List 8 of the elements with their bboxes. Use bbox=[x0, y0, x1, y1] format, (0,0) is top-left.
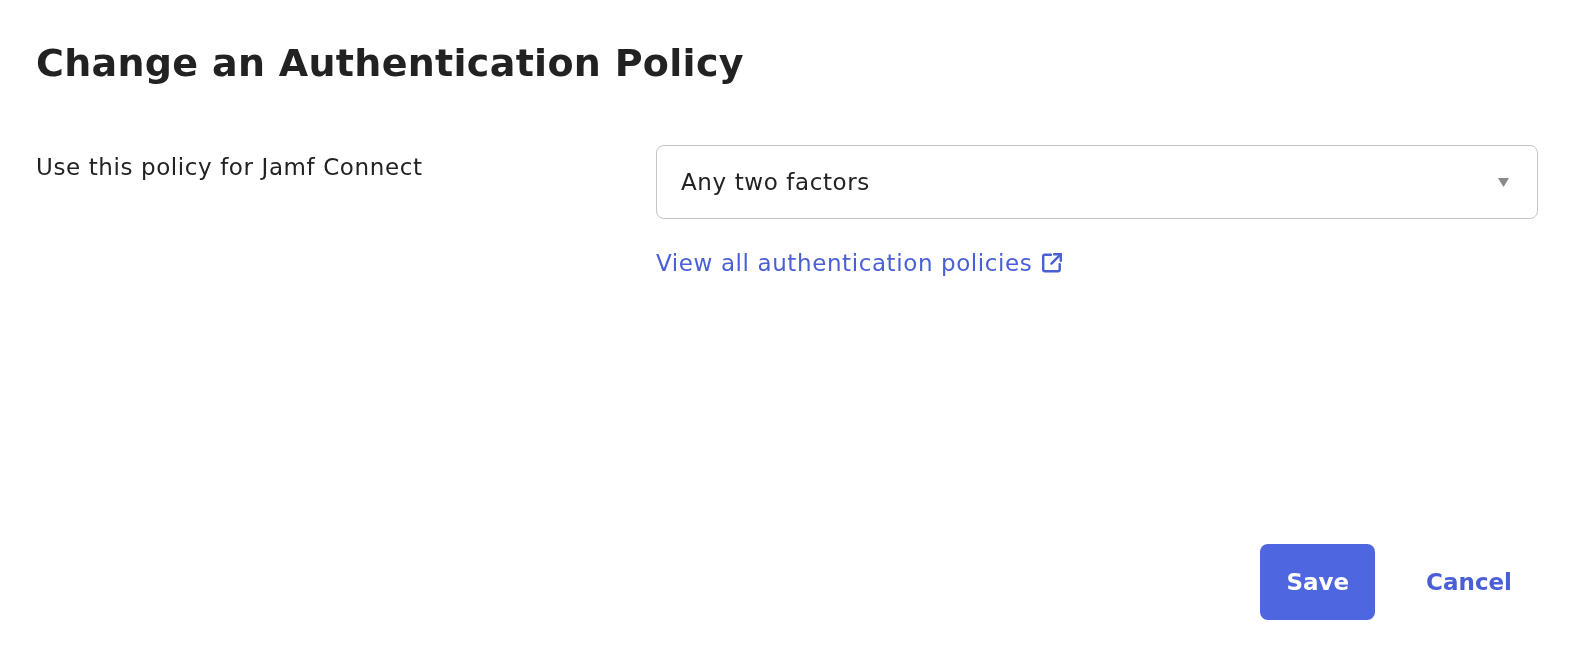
cancel-button[interactable]: Cancel bbox=[1400, 544, 1538, 620]
policy-select[interactable]: Any two factors bbox=[656, 145, 1538, 219]
policies-link[interactable]: View all authentication policies bbox=[656, 248, 1064, 278]
save-button[interactable]: Save bbox=[1260, 544, 1376, 620]
page-title: Change an Authentication Policy bbox=[36, 40, 744, 86]
field-label: Use this policy for Jamf Connect bbox=[36, 153, 424, 182]
select-value: Any two factors bbox=[681, 167, 871, 197]
caret-icon bbox=[1498, 177, 1509, 187]
